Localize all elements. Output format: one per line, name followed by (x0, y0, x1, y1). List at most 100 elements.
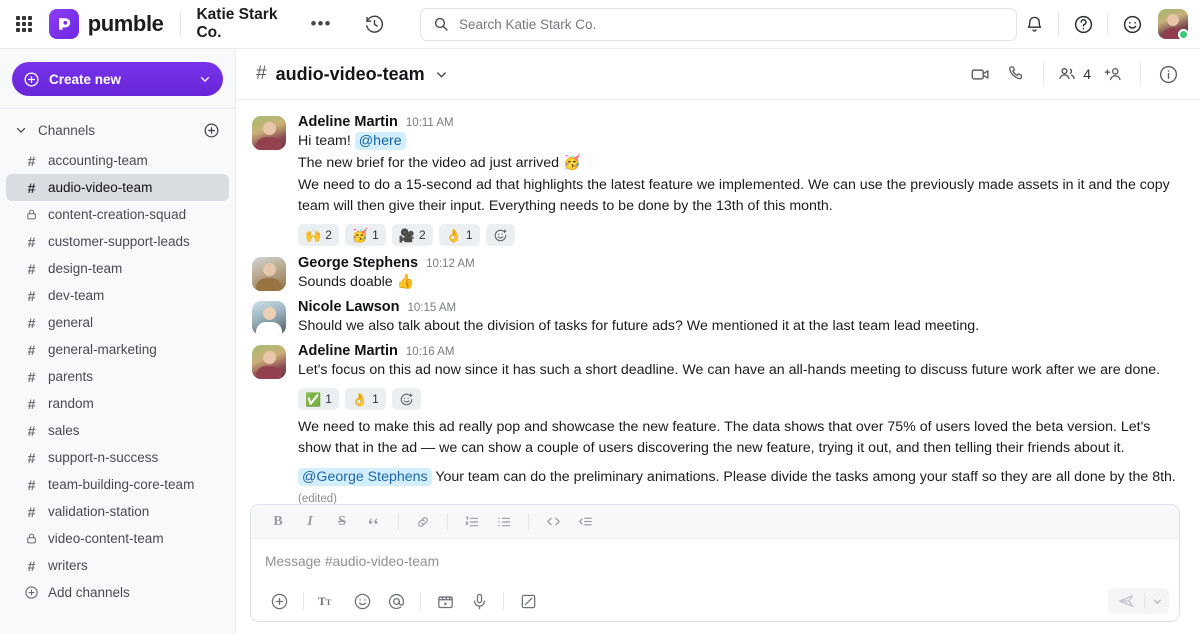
strikethrough-icon[interactable]: S (327, 510, 357, 534)
avatar[interactable] (252, 301, 286, 335)
question-circle-icon[interactable] (1066, 7, 1100, 41)
workspace-switcher[interactable]: Katie Stark Co. ••• (196, 6, 331, 42)
sidebar-item-label: content-creation-squad (48, 207, 186, 222)
reaction-chip[interactable]: 🎥2 (392, 224, 433, 246)
send-paper-plane-icon[interactable] (1108, 588, 1144, 614)
reaction-chip[interactable]: ✅1 (298, 388, 339, 410)
search-bar[interactable]: Search Katie Stark Co. (420, 8, 1017, 41)
microphone-icon[interactable] (463, 586, 495, 616)
at-mention-icon[interactable] (380, 586, 412, 616)
sidebar-item-video-content-team[interactable]: video-content-team (6, 525, 229, 552)
sidebar-item-team-building-core-team[interactable]: #team-building-core-team (6, 471, 229, 498)
gif-clapper-icon[interactable] (429, 586, 461, 616)
add-channels-button[interactable]: Add channels (6, 579, 229, 606)
bell-icon[interactable] (1017, 7, 1051, 41)
sidebar-item-dev-team[interactable]: #dev-team (6, 282, 229, 309)
sidebar-item-parents[interactable]: #parents (6, 363, 229, 390)
message-text: Hi team! @here (298, 131, 1186, 152)
add-reaction-icon[interactable] (486, 224, 515, 246)
reaction-emoji: ✅ (305, 393, 321, 406)
bold-icon[interactable]: B (263, 510, 293, 534)
top-bar-actions (1017, 7, 1188, 41)
italic-icon[interactable]: I (295, 510, 325, 534)
message-author[interactable]: Adeline Martin (298, 114, 398, 130)
sidebar-item-support-n-success[interactable]: #support-n-success (6, 444, 229, 471)
avatar[interactable] (252, 257, 286, 291)
sidebar-item-sales[interactable]: #sales (6, 417, 229, 444)
reaction-chip[interactable]: 🥳1 (345, 224, 386, 246)
sidebar-item-label: parents (48, 369, 93, 384)
reaction-bar: 🙌2 🥳1 🎥2 👌1 (298, 224, 1186, 246)
create-new-wrap: Create new (0, 49, 235, 108)
message-text-mention-line: @George Stephens Your team can do the pr… (298, 467, 1186, 504)
add-reaction-icon[interactable] (392, 388, 421, 410)
divider (1043, 62, 1044, 86)
video-camera-icon[interactable] (962, 57, 998, 91)
emoji-icon[interactable] (346, 586, 378, 616)
create-new-button[interactable]: Create new (12, 62, 223, 96)
draw-note-icon[interactable] (512, 586, 544, 616)
bullet-list-icon[interactable] (489, 510, 519, 534)
channel-title-dropdown[interactable]: # audio-video-team (256, 63, 449, 85)
reaction-chip[interactable]: 👌1 (439, 224, 480, 246)
smiley-icon[interactable] (1115, 7, 1149, 41)
history-clock-icon[interactable] (359, 8, 390, 40)
sidebar-item-accounting-team[interactable]: #accounting-team (6, 147, 229, 174)
grid-apps-icon[interactable] (10, 9, 39, 39)
plus-circle-icon[interactable] (263, 586, 295, 616)
link-icon[interactable] (408, 510, 438, 534)
search-input[interactable]: Search Katie Stark Co. (459, 17, 596, 32)
status-badge (1178, 29, 1189, 40)
reaction-chip[interactable]: 👌1 (345, 388, 386, 410)
avatar[interactable] (1149, 9, 1188, 39)
message-author[interactable]: Adeline Martin (298, 343, 398, 359)
blockquote-icon[interactable] (359, 510, 389, 534)
lock-icon (24, 532, 39, 545)
sidebar-item-audio-video-team[interactable]: #audio-video-team (6, 174, 229, 201)
reaction-chip[interactable]: 🙌2 (298, 224, 339, 246)
mention-user[interactable]: @George Stephens (298, 468, 432, 486)
send-options-chevron-down-icon[interactable] (1145, 588, 1169, 614)
send-group (1108, 588, 1169, 614)
divider (528, 513, 529, 530)
channels-section-header[interactable]: Channels (0, 115, 235, 145)
code-icon[interactable] (538, 510, 568, 534)
lock-icon (24, 208, 39, 221)
hash-icon: # (24, 154, 39, 168)
message-author[interactable]: Nicole Lawson (298, 299, 400, 315)
sidebar-item-general-marketing[interactable]: #general-marketing (6, 336, 229, 363)
text-format-icon[interactable]: TT (312, 586, 344, 616)
message-meta: Nicole Lawson10:15 AM (298, 299, 1186, 315)
avatar[interactable] (252, 116, 286, 150)
message-input-area[interactable]: Message #audio-video-team (251, 539, 1179, 581)
message-timestamp: 10:16 AM (406, 346, 455, 358)
avatar[interactable] (252, 345, 286, 379)
message-composer: B I S (250, 504, 1180, 622)
message-body: We need to make this ad really pop and s… (298, 417, 1186, 504)
phone-icon[interactable] (998, 57, 1034, 91)
sidebar-item-customer-support-leads[interactable]: #customer-support-leads (6, 228, 229, 255)
message-text: The new brief for the video ad just arri… (298, 153, 1186, 174)
sidebar-item-general[interactable]: #general (6, 309, 229, 336)
sidebar-item-content-creation-squad[interactable]: content-creation-squad (6, 201, 229, 228)
mention-here[interactable]: @here (355, 132, 406, 150)
message-input[interactable]: Message #audio-video-team (265, 554, 439, 569)
sidebar-item-validation-station[interactable]: #validation-station (6, 498, 229, 525)
sidebar-item-writers[interactable]: #writers (6, 552, 229, 579)
workspace-more-icon[interactable]: ••• (311, 19, 332, 29)
sidebar-item-random[interactable]: #random (6, 390, 229, 417)
brand-logo[interactable]: pumble (49, 9, 164, 39)
message-body: George Stephens10:12 AMSounds doable 👍 (298, 255, 1186, 293)
members-button[interactable]: 4 (1053, 64, 1095, 84)
channel-header-actions: 4 (962, 57, 1186, 91)
sidebar-item-design-team[interactable]: #design-team (6, 255, 229, 282)
add-channel-button[interactable] (201, 120, 221, 140)
hash-icon: # (24, 505, 39, 519)
ordered-list-icon[interactable] (457, 510, 487, 534)
code-block-icon[interactable] (570, 510, 600, 534)
message-item: Adeline Martin10:16 AMLet's focus on thi… (252, 339, 1186, 415)
add-person-icon[interactable] (1095, 57, 1131, 91)
main-panel: # audio-video-team (236, 49, 1200, 634)
info-circle-icon[interactable] (1150, 57, 1186, 91)
message-author[interactable]: George Stephens (298, 255, 418, 271)
